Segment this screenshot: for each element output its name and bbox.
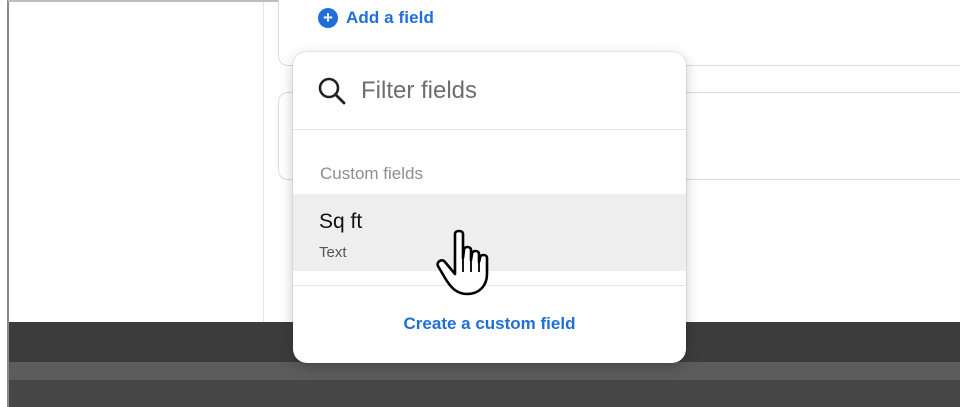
field-option-name: Sq ft [319,210,363,233]
filter-row [293,52,686,130]
filter-fields-input[interactable] [361,76,661,105]
add-field-label: Add a field [346,8,434,27]
column-divider [263,2,264,324]
hand-pointer-cursor-icon [436,229,489,296]
plus-circle-icon: + [318,8,338,28]
create-custom-field-link[interactable]: Create a custom field [293,314,686,334]
add-field-button[interactable]: + Add a field [318,8,434,28]
section-label-custom-fields: Custom fields [320,164,423,183]
search-icon [318,77,346,104]
field-picker-popover: Custom fields Sq ft Text Create a custom… [293,52,686,363]
field-option-type: Text [319,244,347,261]
